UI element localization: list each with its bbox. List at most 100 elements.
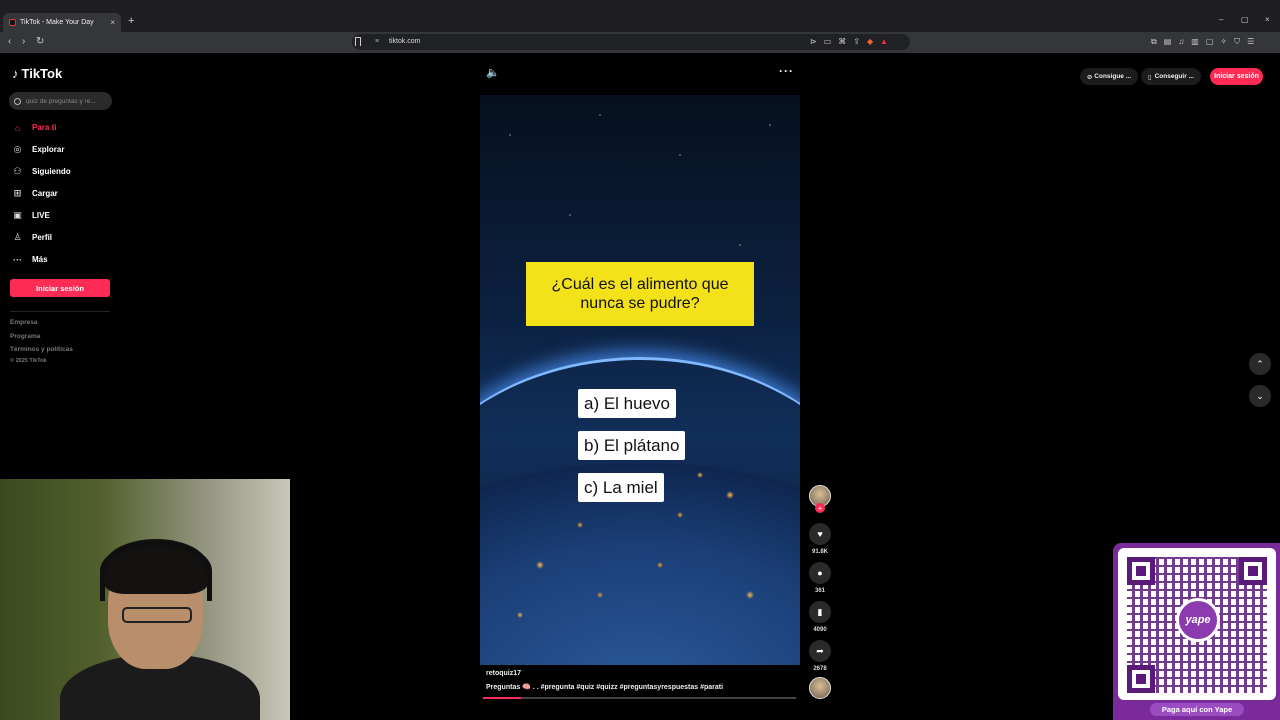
bookmark-icon[interactable] <box>355 37 361 46</box>
search-input[interactable]: quiz de preguntas y re... <box>9 92 112 110</box>
new-tab-button[interactable]: + <box>128 15 134 27</box>
phone-icon: ▯ <box>1148 73 1152 81</box>
following-icon: ⚇ <box>13 166 22 176</box>
vpn-icon[interactable]: ⛉ <box>1234 37 1240 47</box>
follow-plus-icon[interactable]: + <box>815 503 825 513</box>
sidebar-item-label: Perfil <box>32 233 53 242</box>
site-info-icon[interactable]: ≡ <box>375 38 379 45</box>
qr-finder-bottom-left <box>1127 665 1155 693</box>
back-icon[interactable]: ‹ <box>8 36 11 47</box>
compass-icon: ◎ <box>13 144 22 154</box>
extension-icons: ⧉ ▤ ♫ ▥ ▢ ✧ ⛉ ☰ <box>1151 37 1254 47</box>
search-text: quiz de preguntas y re... <box>26 97 96 105</box>
share-count: 2678 <box>813 666 827 672</box>
sidebar-item-label: Cargar <box>32 189 58 198</box>
video-caption: Preguntas 🧠 . . #pregunta #quiz #quizz #… <box>486 684 724 691</box>
like-button[interactable]: ♥ <box>809 523 831 545</box>
get-coins-label: Consigue ... <box>1094 73 1132 80</box>
url-text[interactable]: tiktok.com <box>389 38 421 45</box>
next-video-button[interactable]: ⌄ <box>1249 385 1271 407</box>
rewards-icon[interactable]: ▲ <box>880 37 888 46</box>
yape-pay-label: Paga aquí con Yape <box>1150 703 1244 716</box>
quiz-answer-c: c) La miel <box>578 473 664 502</box>
copyright-text: © 2025 TikTok <box>10 358 47 364</box>
webcam-overlay <box>0 479 290 720</box>
sidebar-item-explorar[interactable]: ◎ Explorar <box>12 144 65 155</box>
chevron-down-icon: ⌄ <box>1256 390 1264 401</box>
sidebar-icon[interactable]: ▥ <box>1191 37 1199 47</box>
tiktok-logo[interactable]: ♪ TikTok <box>12 66 62 81</box>
leo-icon[interactable]: ✧ <box>1220 37 1227 47</box>
menu-icon[interactable]: ☰ <box>1247 37 1254 47</box>
share-icon[interactable]: ⇪ <box>853 37 860 46</box>
video-username[interactable]: retoquiz17 <box>486 670 521 677</box>
share-button[interactable]: ➦ <box>809 640 831 662</box>
get-app-label: Conseguir ... <box>1154 73 1194 80</box>
coin-icon: ⊘ <box>1086 73 1093 81</box>
brave-shield-icon[interactable]: ◆ <box>867 37 873 46</box>
footer-link-terminos[interactable]: Términos y políticas <box>10 346 73 353</box>
heart-icon: ♥ <box>817 529 823 539</box>
footer-link-programa[interactable]: Programa <box>10 333 40 340</box>
more-options-icon[interactable]: ··· <box>779 64 794 78</box>
sidebar-item-perfil[interactable]: ♙ Perfil <box>12 232 52 243</box>
sidebar-item-label: Explorar <box>32 145 65 154</box>
sidebar-item-live[interactable]: ▣ LIVE <box>12 210 50 221</box>
sidebar-divider <box>10 311 110 312</box>
sidebar-login-button[interactable]: Iniciar sesión <box>10 279 110 297</box>
sidebar-item-label: Para ti <box>32 123 57 132</box>
sidebar-item-mas[interactable]: ··· Más <box>12 254 48 265</box>
sidebar-item-siguiendo[interactable]: ⚇ Siguiendo <box>12 166 71 177</box>
close-window-button[interactable]: × <box>1265 15 1270 24</box>
translate-icon[interactable]: ⌘ <box>838 37 846 46</box>
tiktok-note-icon: ♪ <box>12 66 19 81</box>
maximize-button[interactable]: ▢ <box>1241 15 1249 24</box>
sidebar-item-label: LIVE <box>32 211 50 220</box>
tab-title: TikTok - Make Your Day <box>20 19 94 26</box>
previous-video-button[interactable]: ⌃ <box>1249 353 1271 375</box>
forward-icon[interactable]: › <box>22 36 25 47</box>
extension-icon[interactable]: ⧉ <box>1151 37 1157 47</box>
music-icon[interactable]: ♫ <box>1178 37 1184 47</box>
quiz-answer-b: b) El plátano <box>578 431 686 460</box>
cast-icon[interactable]: ▭ <box>824 37 832 46</box>
sidebar-item-para-ti[interactable]: ⌂ Para ti <box>12 122 57 133</box>
comment-icon: ● <box>817 568 823 578</box>
screenshot-icon[interactable]: ▤ <box>1164 37 1172 47</box>
save-count: 4090 <box>813 627 827 633</box>
comment-count: 361 <box>814 588 825 594</box>
more-icon: ··· <box>13 254 22 265</box>
quiz-answer-a: a) El huevo <box>578 389 676 418</box>
sidebar-item-label: Siguiendo <box>32 167 71 176</box>
get-coins-button[interactable]: ⊘ Consigue ... <box>1080 68 1138 85</box>
yape-logo: yape <box>1176 598 1220 642</box>
tab-close-icon[interactable]: × <box>110 18 115 27</box>
browser-tabbar: TikTok - Make Your Day × + – ▢ × <box>0 0 1280 32</box>
browser-tab[interactable]: TikTok - Make Your Day × <box>3 13 121 32</box>
comment-button[interactable]: ● <box>809 562 831 584</box>
like-count: 91.8K <box>811 549 828 555</box>
share-arrow-icon: ➦ <box>816 645 824 656</box>
media-icon[interactable]: ⊳ <box>810 37 817 46</box>
footer-link-empresa[interactable]: Empresa <box>10 319 37 326</box>
webcam-glasses <box>122 607 192 623</box>
reload-icon[interactable]: ↻ <box>36 36 44 47</box>
volume-icon[interactable]: 🔈 <box>486 66 500 79</box>
profile-icon: ♙ <box>13 232 22 242</box>
video-progress-bar[interactable] <box>483 697 796 699</box>
get-app-button[interactable]: ▯ Conseguir ... <box>1141 68 1201 85</box>
sidebar-item-cargar[interactable]: ⊞ Cargar <box>12 188 58 199</box>
wallet-icon[interactable]: ▢ <box>1206 37 1214 47</box>
sound-disc-avatar[interactable] <box>809 677 831 699</box>
tiktok-favicon-icon <box>9 19 16 26</box>
header-login-button[interactable]: Iniciar sesión <box>1210 68 1263 85</box>
video-player[interactable]: ¿Cuál es el alimento que nunca se pudre?… <box>480 95 800 665</box>
minimize-button[interactable]: – <box>1219 15 1223 24</box>
quiz-question: ¿Cuál es el alimento que nunca se pudre? <box>526 262 754 326</box>
save-button[interactable]: ▮ <box>809 601 831 623</box>
bookmark-icon: ▮ <box>817 606 823 617</box>
address-bar-icons: ⊳ ▭ ⌘ ⇪ ◆ ▲ <box>810 37 888 46</box>
logo-text: TikTok <box>21 66 63 81</box>
chevron-up-icon: ⌃ <box>1256 358 1264 369</box>
city-lights <box>480 95 800 665</box>
